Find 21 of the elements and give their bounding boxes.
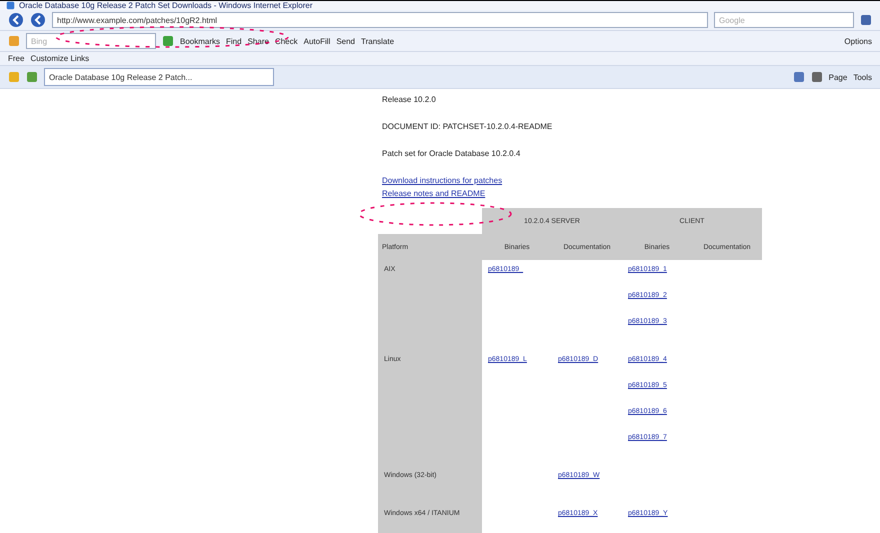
tools-menu[interactable]: Tools: [853, 72, 872, 82]
window-title: Oracle Database 10g Release 2 Patch Set Downloads - Windows Internet Explorer: [19, 1, 312, 10]
toolbar-item[interactable]: Share: [248, 36, 269, 46]
address-field[interactable]: http://www.example.com/patches/10gR2.html: [52, 12, 708, 28]
toolbar-item[interactable]: Send: [336, 36, 355, 46]
back-button[interactable]: [8, 12, 24, 28]
link-item[interactable]: Free: [8, 54, 24, 63]
toolbar-item[interactable]: AutoFill: [304, 36, 330, 46]
paragraph: Patch set for Oracle Database 10.2.0.4: [382, 149, 522, 158]
toolbar-item[interactable]: Bookmarks: [180, 36, 220, 46]
toolbar-item[interactable]: Check: [274, 36, 298, 46]
download-link[interactable]: Download instructions for patches: [382, 176, 880, 185]
page-menu[interactable]: Page: [828, 72, 848, 82]
link-item[interactable]: Customize Links: [30, 54, 90, 63]
toolbar-item[interactable]: Translate: [361, 36, 394, 46]
browser-tab[interactable]: Oracle Database 10g Release 2 Patch...: [44, 68, 274, 86]
paragraph: DOCUMENT ID: PATCHSET-10.2.0.4-README: [382, 122, 554, 131]
toolbar-item[interactable]: Find: [226, 36, 242, 46]
options-button[interactable]: Options: [844, 36, 872, 46]
paragraph: Release 10.2.0: [382, 95, 437, 104]
download-link[interactable]: Release notes and README: [382, 189, 880, 198]
